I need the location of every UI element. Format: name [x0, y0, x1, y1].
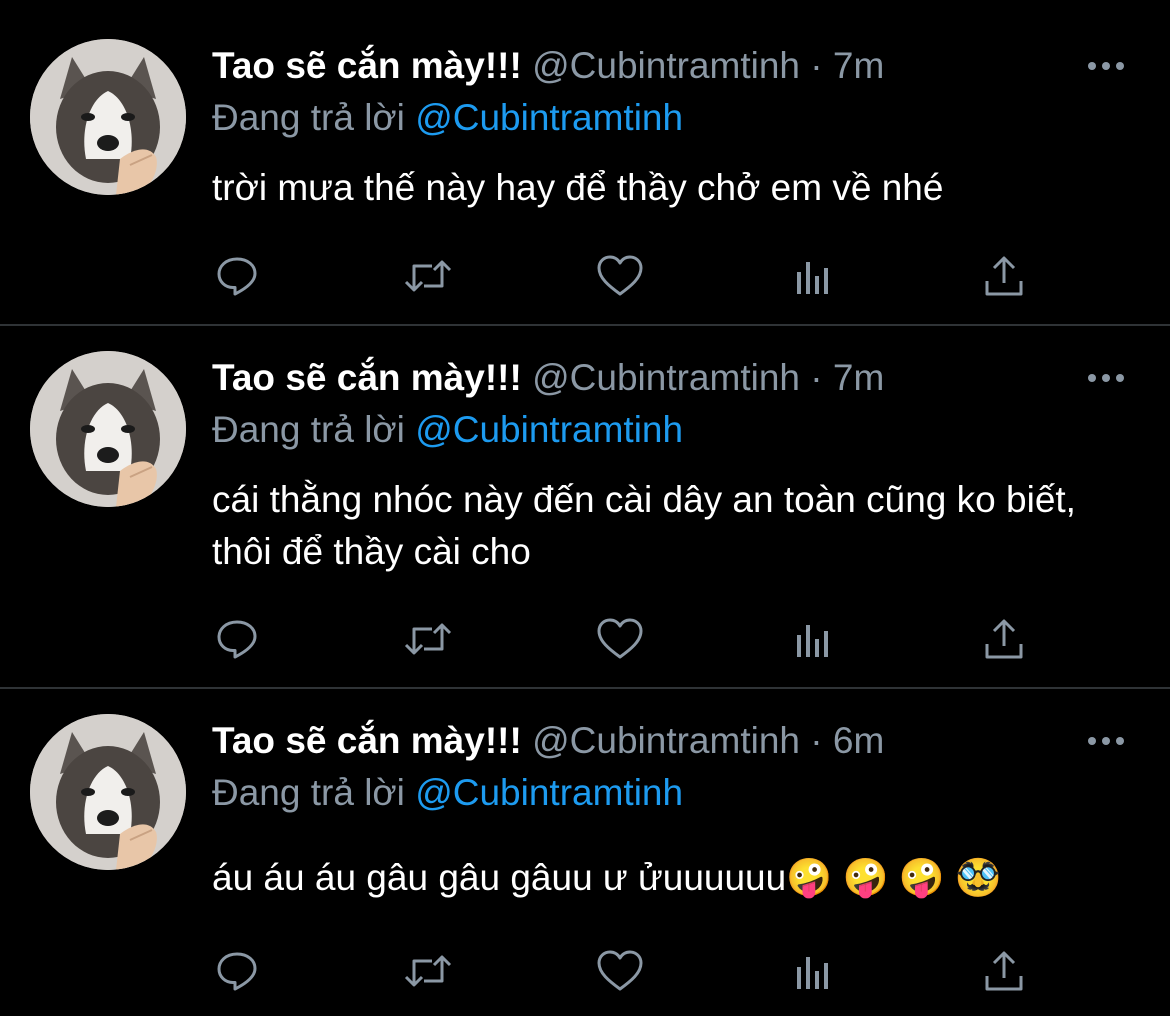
more-options-button[interactable]: [1080, 48, 1132, 84]
retweet-icon: [404, 623, 452, 655]
tweet[interactable]: Tao sẽ cắn mày!!! @Cubintramtinh · 7m Đa…: [0, 0, 1170, 325]
like-button[interactable]: [592, 943, 648, 999]
replying-label: Đang trả lời: [212, 409, 405, 450]
more-options-button[interactable]: [1080, 360, 1132, 396]
avatar[interactable]: [30, 351, 186, 507]
like-button[interactable]: [592, 611, 648, 667]
separator-dot: ·: [810, 357, 823, 398]
more-options-icon: [1088, 737, 1124, 745]
separator-dot: ·: [810, 45, 823, 86]
more-options-button[interactable]: [1080, 723, 1132, 759]
avatar[interactable]: [30, 39, 186, 195]
replying-mention-link[interactable]: @Cubintramtinh: [415, 772, 683, 813]
tweet-header: Tao sẽ cắn mày!!! @Cubintramtinh · 7m: [212, 41, 1040, 91]
share-icon: [985, 256, 1023, 296]
analytics-button[interactable]: [785, 611, 841, 667]
reply-icon: [217, 257, 257, 296]
share-button[interactable]: [976, 248, 1032, 304]
analytics-icon: [797, 957, 828, 989]
retweet-button[interactable]: [400, 611, 456, 667]
analytics-button[interactable]: [785, 248, 841, 304]
retweet-icon: [404, 955, 452, 987]
tweet-text: cái thằng nhóc này đến cài dây an toàn c…: [212, 479, 1076, 572]
like-button[interactable]: [592, 248, 648, 304]
retweet-button[interactable]: [400, 248, 456, 304]
share-button[interactable]: [976, 611, 1032, 667]
timestamp[interactable]: 7m: [833, 357, 884, 398]
timestamp[interactable]: 6m: [833, 720, 884, 761]
tweet-text: trời mưa thế này hay để thầy chở em về n…: [212, 167, 944, 208]
reply-button[interactable]: [209, 611, 265, 667]
like-icon: [597, 950, 643, 991]
replying-to-line: Đang trả lời @Cubintramtinh: [212, 405, 683, 455]
display-name[interactable]: Tao sẽ cắn mày!!!: [212, 45, 522, 86]
more-options-icon: [1088, 62, 1124, 70]
replying-to-line: Đang trả lời @Cubintramtinh: [212, 768, 683, 818]
replying-mention-link[interactable]: @Cubintramtinh: [415, 409, 683, 450]
reply-button[interactable]: [209, 248, 265, 304]
reply-button[interactable]: [209, 943, 265, 999]
husky-avatar-image: [30, 351, 186, 507]
user-handle[interactable]: @Cubintramtinh: [532, 45, 800, 86]
replying-label: Đang trả lời: [212, 772, 405, 813]
replying-mention-link[interactable]: @Cubintramtinh: [415, 97, 683, 138]
analytics-icon: [797, 262, 828, 294]
share-button[interactable]: [976, 943, 1032, 999]
reply-icon: [217, 952, 257, 991]
share-icon: [985, 951, 1023, 991]
share-icon: [985, 619, 1023, 659]
replying-to-line: Đang trả lời @Cubintramtinh: [212, 93, 683, 143]
like-icon: [597, 618, 643, 659]
timestamp[interactable]: 7m: [833, 45, 884, 86]
tweet-header: Tao sẽ cắn mày!!! @Cubintramtinh · 6m: [212, 716, 1040, 766]
tweet-actions: [0, 943, 1170, 999]
tweet-header: Tao sẽ cắn mày!!! @Cubintramtinh · 7m: [212, 353, 1040, 403]
user-handle[interactable]: @Cubintramtinh: [532, 357, 800, 398]
display-name[interactable]: Tao sẽ cắn mày!!!: [212, 720, 522, 761]
more-options-icon: [1088, 374, 1124, 382]
like-icon: [597, 255, 643, 296]
replying-label: Đang trả lời: [212, 97, 405, 138]
tweet-actions: [0, 248, 1170, 304]
reply-icon: [217, 620, 257, 659]
user-handle[interactable]: @Cubintramtinh: [532, 720, 800, 761]
display-name[interactable]: Tao sẽ cắn mày!!!: [212, 357, 522, 398]
tweet-actions: [0, 611, 1170, 667]
separator-dot: ·: [810, 720, 823, 761]
tweet-text: áu áu áu gâu gâu gâuu ư ửuuuuuu🤪 🤪 🤪 🥸: [212, 857, 1002, 898]
retweet-icon: [404, 260, 452, 292]
husky-avatar-image: [30, 39, 186, 195]
husky-avatar-image: [30, 714, 186, 870]
avatar[interactable]: [30, 714, 186, 870]
tweet[interactable]: Tao sẽ cắn mày!!! @Cubintramtinh · 7m Đa…: [0, 326, 1170, 688]
analytics-button[interactable]: [785, 943, 841, 999]
tweet[interactable]: Tao sẽ cắn mày!!! @Cubintramtinh · 6m Đa…: [0, 689, 1170, 1016]
analytics-icon: [797, 625, 828, 657]
retweet-button[interactable]: [400, 943, 456, 999]
